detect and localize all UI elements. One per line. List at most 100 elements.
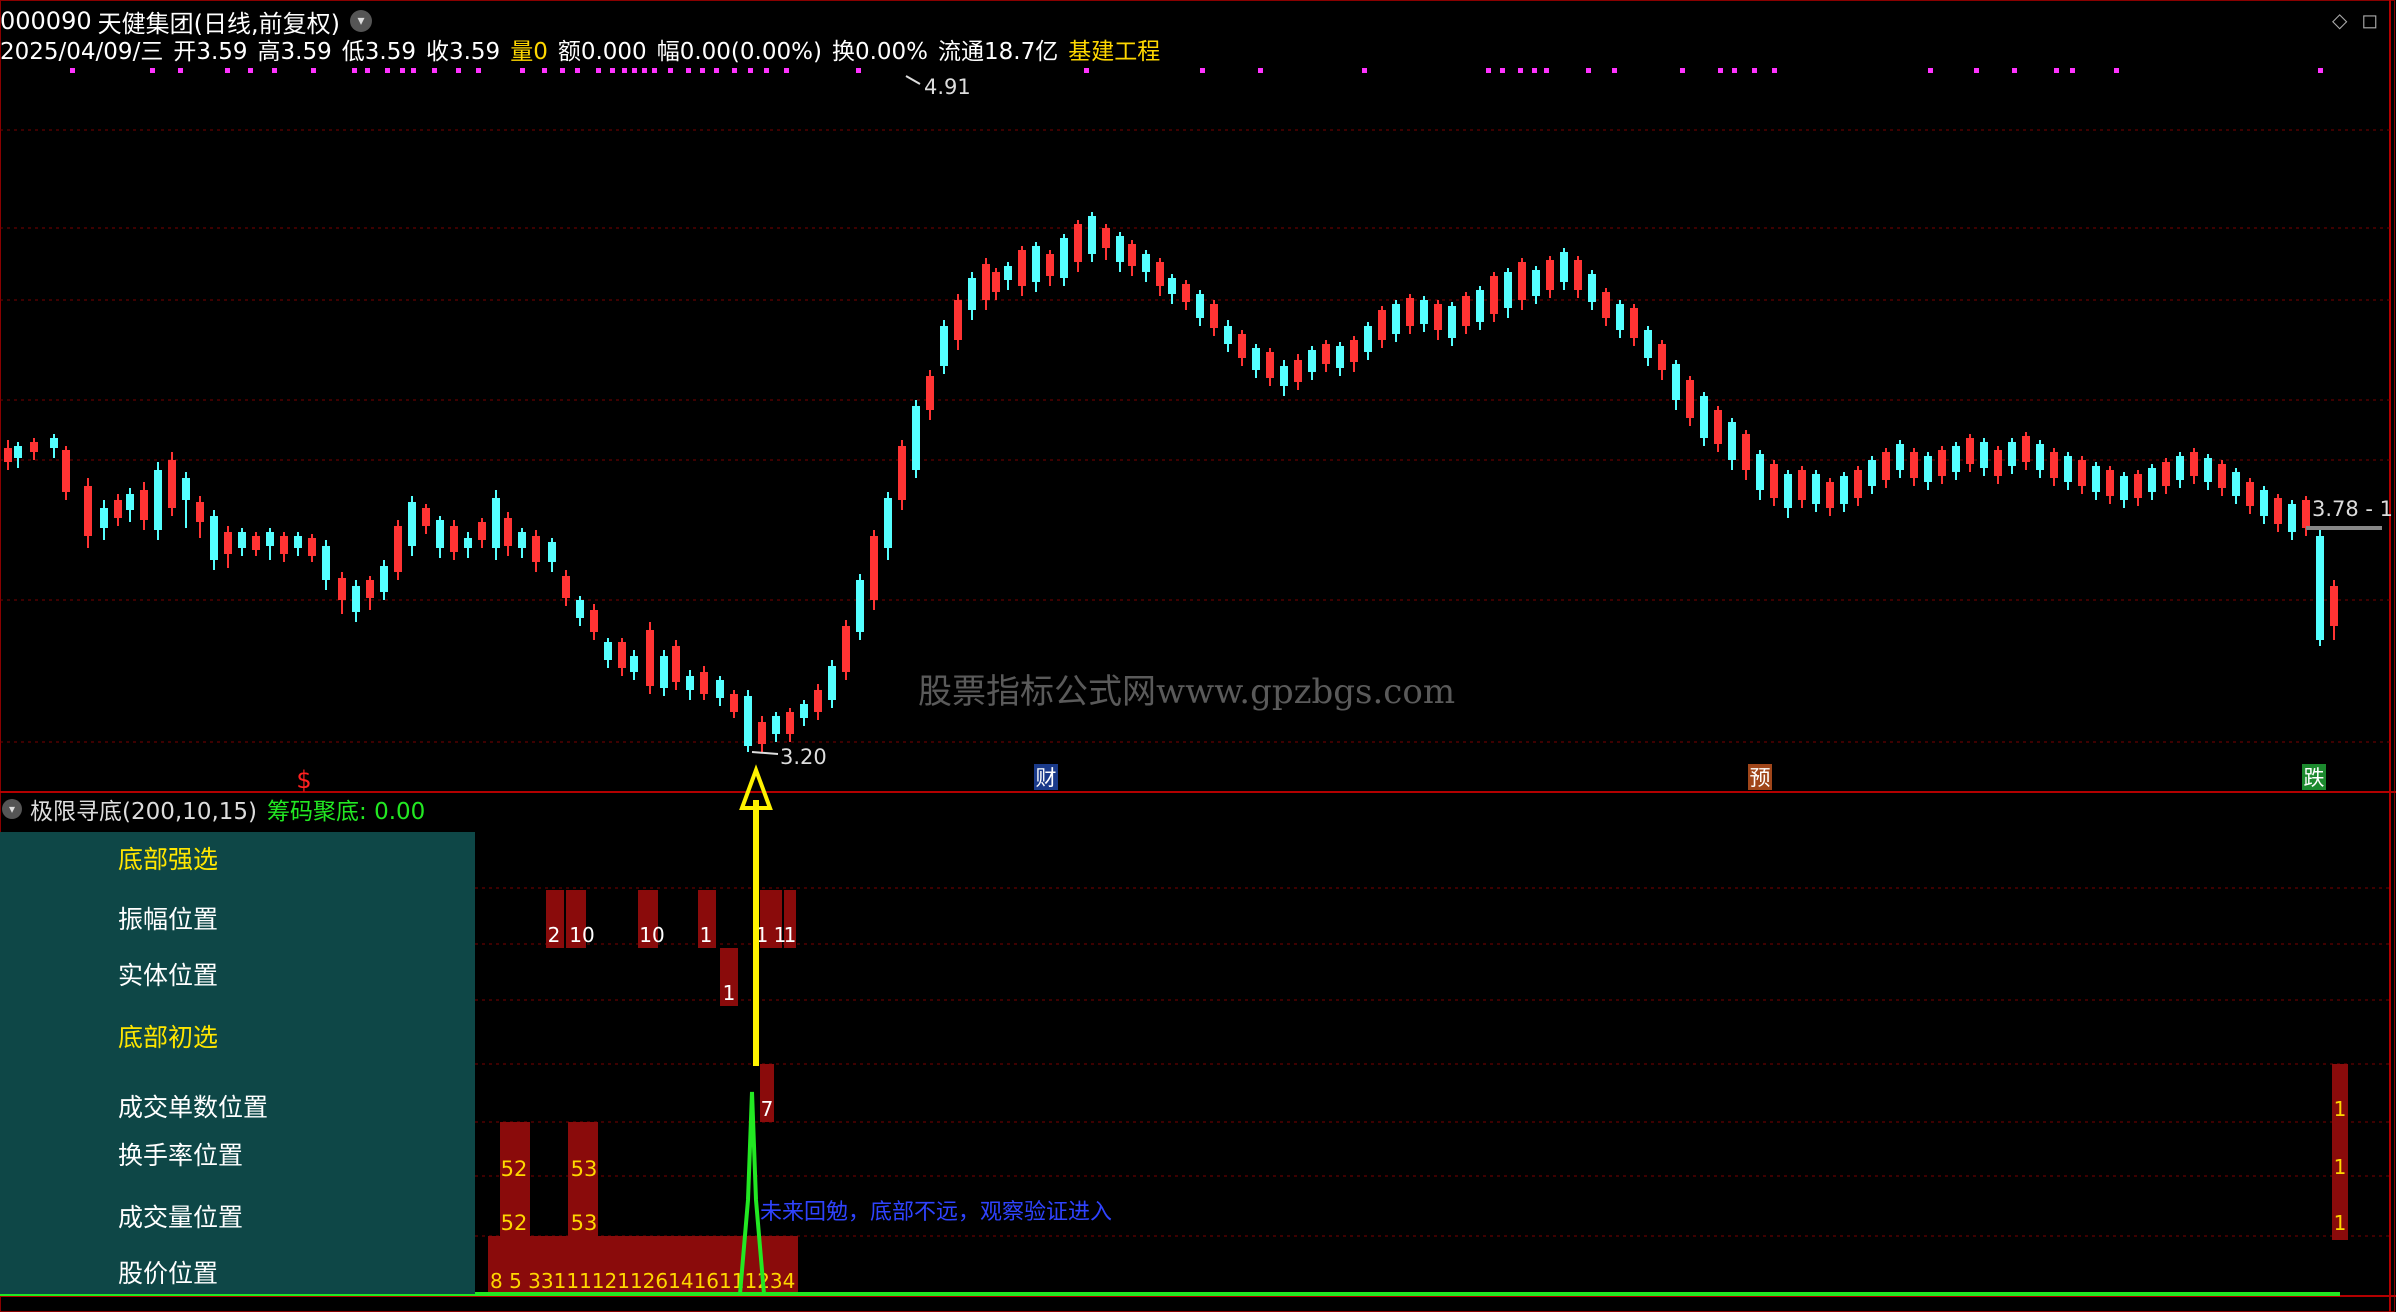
candle-body <box>518 532 526 548</box>
stock-code: 000090 <box>0 7 92 35</box>
event-marker-label: 财 <box>1036 766 1057 790</box>
candle-body <box>1728 422 1736 460</box>
panel-label-turnover: 换手率位置 <box>118 1141 244 1170</box>
quote-date: 2025/04/09/三 <box>0 39 164 65</box>
chevron-down-icon[interactable]: ▾ <box>349 10 372 32</box>
indicator-label-panel: 底部强选 振幅位置 实体位置 底部初选 成交单数位置 换手率位置 成交量位置 股… <box>0 832 475 1294</box>
signal-dot <box>225 68 230 73</box>
candle-body <box>1896 444 1904 470</box>
candle-body <box>1532 270 1540 296</box>
candle-body <box>1770 464 1778 498</box>
candle-body <box>2232 472 2240 496</box>
signal-dot <box>272 68 277 73</box>
candle-body <box>1088 216 1096 254</box>
candle-body <box>1238 334 1246 358</box>
candle-body <box>1546 260 1554 290</box>
amplitude-value: 10 <box>569 923 594 947</box>
diamond-icon[interactable]: ◇ <box>2332 8 2347 32</box>
candle-body <box>1210 304 1218 328</box>
candle-body <box>1882 452 1890 480</box>
candle-body <box>100 508 108 528</box>
candle-body <box>1448 306 1456 338</box>
signal-dot <box>714 68 719 73</box>
candle-body <box>2036 444 2044 470</box>
signal-dot <box>1258 68 1263 73</box>
chevron-down-icon[interactable]: ▾ <box>2 799 22 819</box>
candle-body <box>464 538 472 548</box>
candle-body <box>1252 348 1260 370</box>
candle-body <box>1812 474 1820 504</box>
candle-body <box>926 376 934 410</box>
signal-dot <box>686 68 691 73</box>
signal-dot <box>456 68 461 73</box>
candle-body <box>1560 252 1568 282</box>
candle-body <box>294 536 302 548</box>
signal-dot <box>352 68 357 73</box>
candle-body <box>224 532 232 554</box>
candle-body <box>1142 254 1150 272</box>
signal-dot <box>2012 68 2017 73</box>
signal-dot <box>784 68 789 73</box>
candle-body <box>576 600 584 618</box>
candle-body <box>992 272 1000 292</box>
watermark: 股票指标公式网www.gpzbgs.com <box>918 672 1456 712</box>
quote-volume: 量0 <box>510 39 548 65</box>
signal-dot <box>2114 68 2119 73</box>
candle-body <box>1868 460 1876 486</box>
candle-body <box>954 300 962 340</box>
candle-body <box>280 536 288 554</box>
candle-body <box>1322 344 1330 364</box>
indicator-name[interactable]: 极限寻底(200,10,15) <box>30 792 257 826</box>
signal-dot <box>1586 68 1591 73</box>
candle-body <box>912 406 920 470</box>
signal-dot <box>178 68 183 73</box>
candle-body <box>800 704 808 718</box>
candle-body <box>1700 396 1708 438</box>
candle-body <box>1686 380 1694 418</box>
signal-dot <box>748 68 753 73</box>
signal-dot <box>70 68 75 73</box>
candle-body <box>1784 474 1792 508</box>
candle-body <box>1294 360 1302 382</box>
panel-label-bottom-strong: 底部强选 <box>118 845 219 874</box>
candle-body <box>1074 224 1082 262</box>
high-marker-arrow <box>905 75 921 85</box>
quote-sector[interactable]: 基建工程 <box>1068 32 1160 66</box>
candle-body <box>1128 244 1136 266</box>
candle-body <box>126 494 134 510</box>
low-marker-arrow <box>751 751 779 755</box>
candle-body <box>2176 456 2184 480</box>
candle-body <box>2190 452 2198 476</box>
panel-label-amplitude: 振幅位置 <box>118 905 219 934</box>
candle-body <box>62 450 70 492</box>
candle-body <box>2092 466 2100 492</box>
signal-dot <box>2318 68 2323 73</box>
candle-body <box>744 696 752 746</box>
candle-body <box>1116 236 1124 262</box>
maximize-icon[interactable]: ◻ <box>2361 8 2378 32</box>
candle-body <box>210 516 218 560</box>
orders-value: 7 <box>761 1097 774 1121</box>
event-marker-dollar: $ <box>296 766 311 794</box>
candle-body <box>252 536 260 550</box>
event-marker-label: 跌 <box>2304 766 2325 790</box>
panel-label-body: 实体位置 <box>118 961 219 990</box>
candle-body <box>590 610 598 632</box>
candle-body <box>50 438 58 448</box>
candle-body <box>1004 266 1012 280</box>
turnover-value: 53 <box>571 1157 598 1181</box>
signal-dot <box>1084 68 1089 73</box>
candle-body <box>1018 250 1026 286</box>
candle-body <box>2218 464 2226 488</box>
signal-dot <box>1974 68 1979 73</box>
candle-body <box>1182 284 1190 302</box>
turnover-value: 1 <box>2334 1155 2347 1179</box>
candle-body <box>630 656 638 672</box>
candle-body <box>1980 442 1988 468</box>
candle-body <box>30 442 38 452</box>
candle-body <box>450 526 458 552</box>
candle-body <box>940 326 948 366</box>
amplitude-value: 10 <box>639 923 664 947</box>
candle-body <box>1392 304 1400 334</box>
signal-dot <box>610 68 615 73</box>
